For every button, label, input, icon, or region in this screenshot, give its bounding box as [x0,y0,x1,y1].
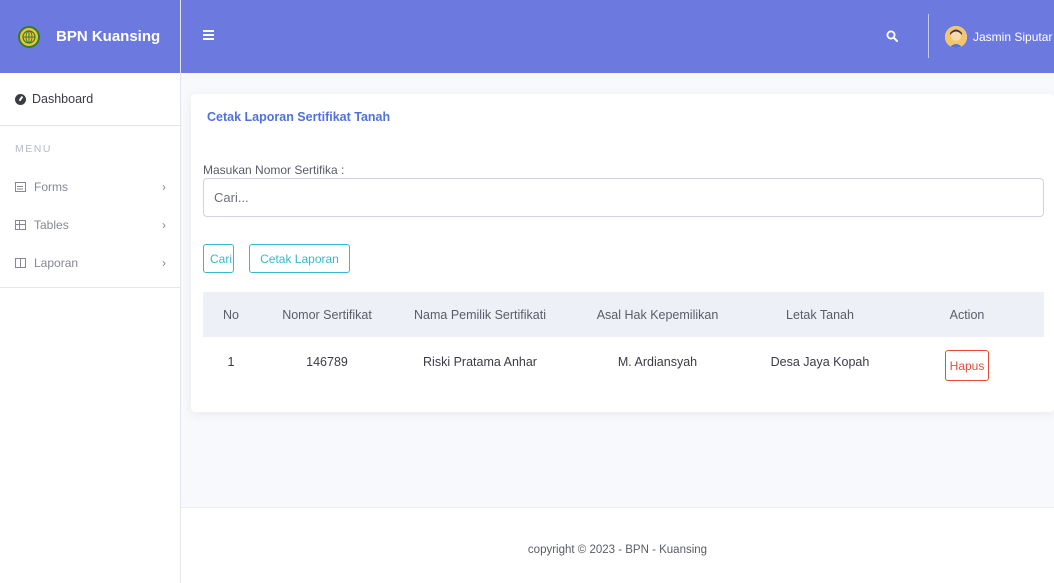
menu-toggle-icon[interactable] [203,30,214,40]
sidebar-divider [0,287,180,288]
cell-letak-tanah: Desa Jaya Kopah [770,354,870,369]
column-header: No [223,307,239,322]
sidebar-item-dashboard[interactable]: Dashboard [0,73,180,126]
column-header: Asal Hak Kepemilikan [596,307,719,322]
brand-name: BPN Kuansing [56,28,161,45]
menu-heading: MENU [15,143,52,155]
search-icon[interactable] [886,30,898,42]
search-input[interactable] [203,178,1044,217]
chevron-right-icon: › [162,180,166,194]
form-icon [15,182,26,192]
topbar: Jasmin Siputar [181,0,1054,73]
certificate-table: No Nomor Sertifikat Nama Pemilik Sertifi… [203,292,1044,386]
cell-nama-pemilik: Riski Pratama Anhar [423,354,537,369]
cell-nomor-sertifikat: 146789 [306,354,348,369]
sidebar-item-label: Laporan [34,256,79,270]
tachometer-icon [15,93,26,105]
search-button[interactable]: Cari [203,244,234,273]
sidebar-item-tables[interactable]: Tables › [0,206,180,244]
sidebar-item-label: Dashboard [32,92,94,106]
footer: copyright © 2023 - BPN - Kuansing [181,507,1054,583]
column-header: Letak Tanah [786,307,854,322]
table-icon [15,220,26,230]
certificate-number-label: Masukan Nomor Sertifika : [203,163,345,177]
sidebar-item-label: Forms [34,180,68,194]
column-header: Action [949,307,985,322]
chevron-right-icon: › [162,256,166,270]
column-header: Nomor Sertifikat [282,307,372,322]
bpn-logo-icon [18,25,40,48]
sidebar: BPN Kuansing Dashboard MENU Forms › Tabl… [0,0,181,583]
column-header: Nama Pemilik Sertifikati [414,307,546,322]
page-title: Cetak Laporan Sertifikat Tanah [207,110,391,124]
delete-button[interactable]: Hapus [945,350,989,381]
sidebar-item-label: Tables [34,218,69,232]
cell-no: 1 [227,354,235,369]
avatar[interactable] [945,26,967,48]
report-icon [15,258,26,268]
sidebar-item-forms[interactable]: Forms › [0,168,180,206]
cell-asal-hak: M. Ardiansyah [617,354,698,369]
print-report-button[interactable]: Cetak Laporan [249,244,350,273]
report-card: Cetak Laporan Sertifikat Tanah Masukan N… [191,94,1054,412]
brand[interactable]: BPN Kuansing [0,0,180,73]
cell-action: Hapus [890,337,1044,386]
table-header-row: No Nomor Sertifikat Nama Pemilik Sertifi… [203,292,1044,337]
user-name[interactable]: Jasmin Siputar [973,30,1052,44]
sidebar-item-laporan[interactable]: Laporan › [0,244,180,282]
table-row: 1 146789 Riski Pratama Anhar M. Ardiansy… [203,337,1044,386]
chevron-right-icon: › [162,218,166,232]
topbar-divider [928,14,929,58]
copyright-text: copyright © 2023 - BPN - Kuansing [527,544,708,556]
